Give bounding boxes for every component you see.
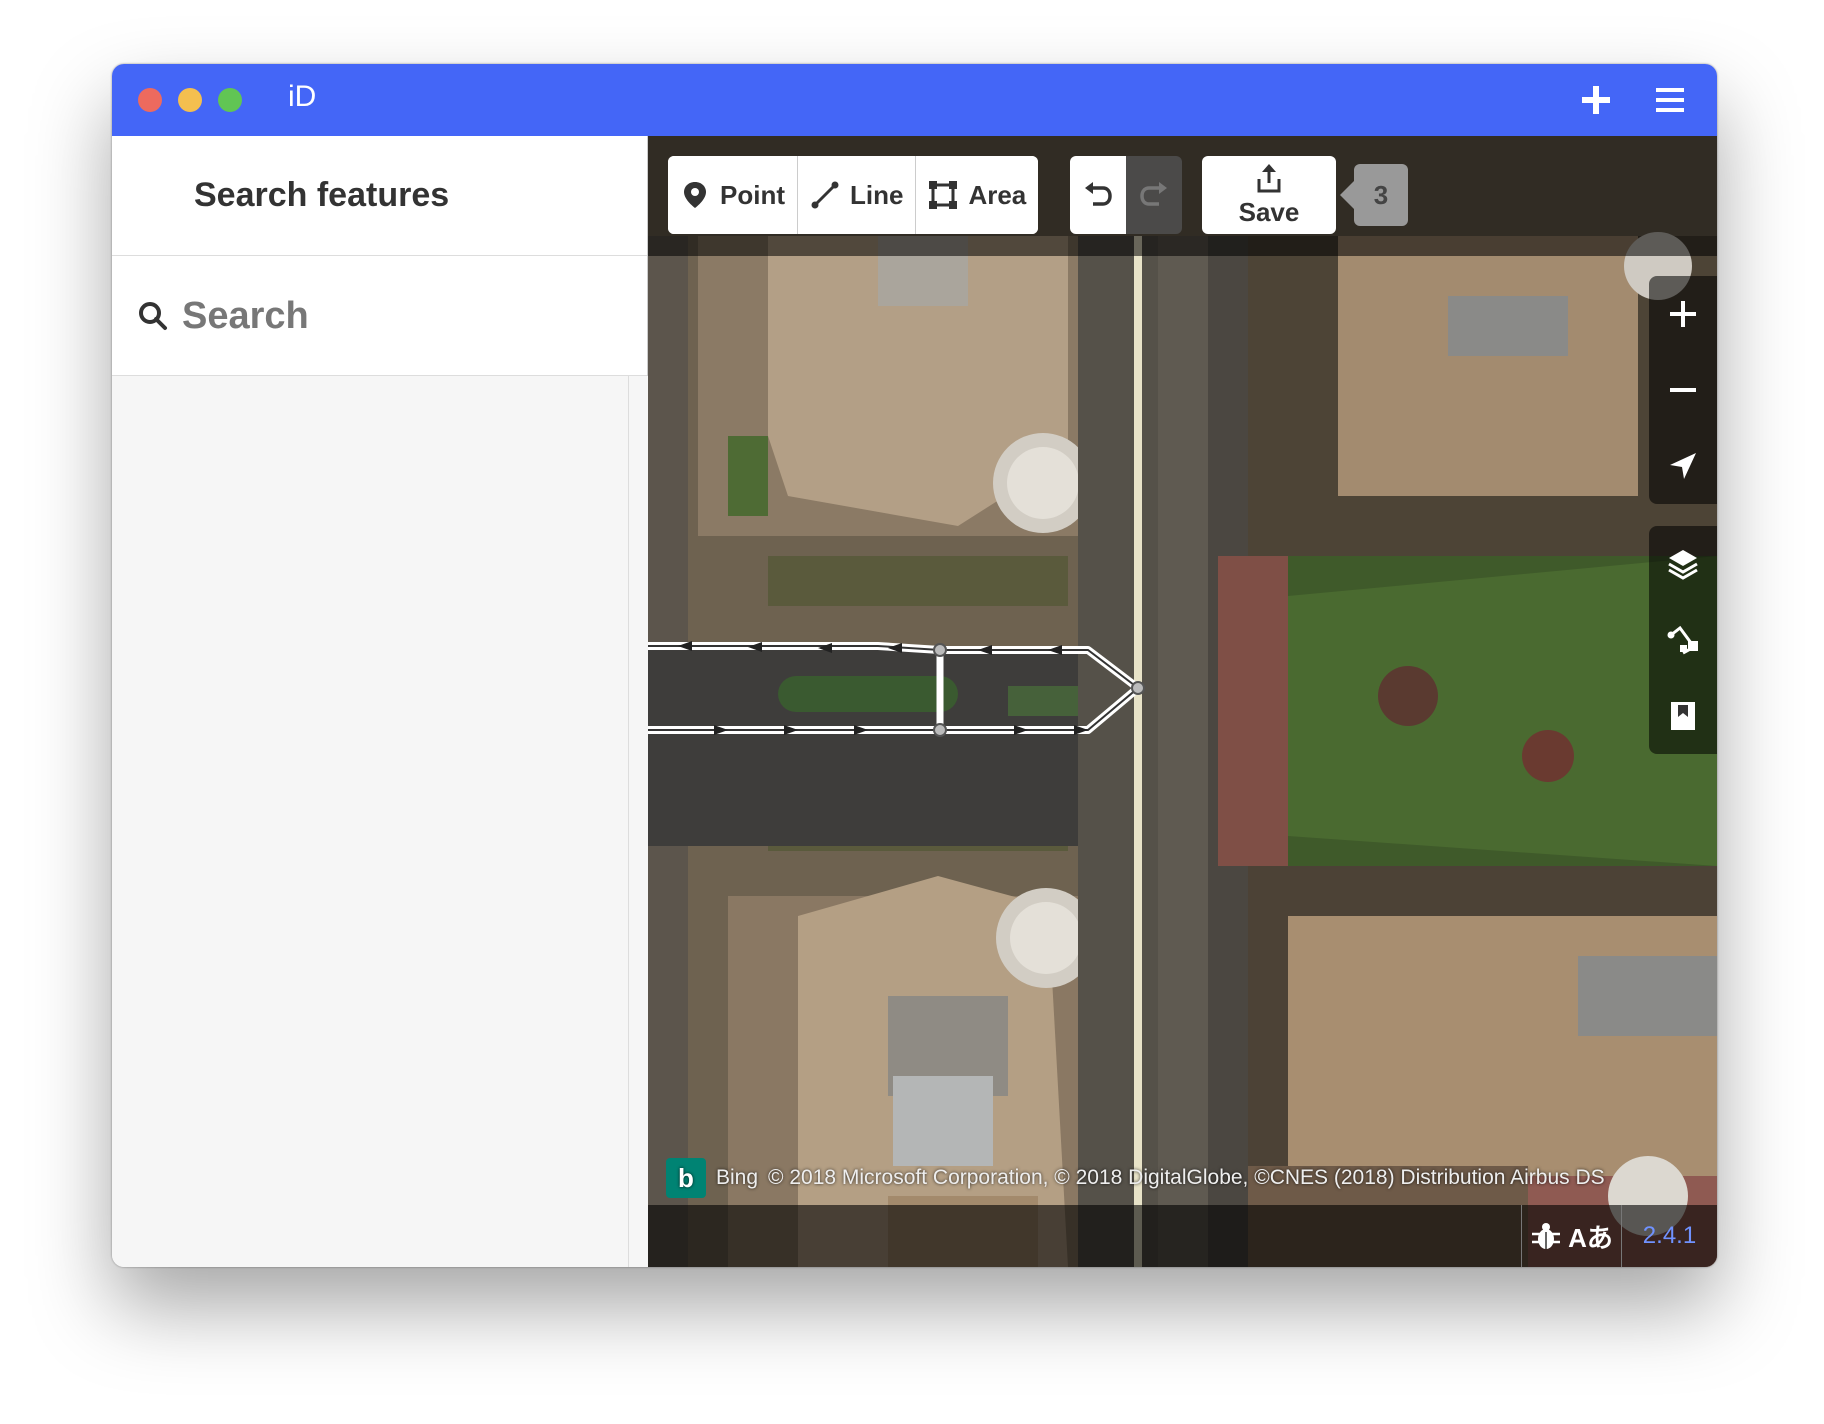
zoom-icon[interactable]	[218, 88, 242, 112]
undo-button[interactable]	[1070, 156, 1126, 234]
geolocate-button[interactable]	[1649, 428, 1717, 504]
plus-icon[interactable]	[1578, 82, 1614, 118]
search-icon	[139, 302, 167, 330]
sidebar-resizer[interactable]	[628, 376, 648, 1267]
issues-language-group: Aあ	[1521, 1205, 1621, 1267]
attribution-text: © 2018 Microsoft Corporation, © 2018 Dig…	[768, 1166, 1605, 1189]
map-data-icon	[1667, 625, 1698, 655]
search-input[interactable]	[182, 286, 622, 346]
redo-button[interactable]	[1126, 156, 1182, 234]
undo-icon	[1085, 182, 1112, 206]
area-icon	[929, 181, 958, 209]
translate-icon[interactable]: Aあ	[1568, 1218, 1613, 1255]
zoom-in-icon	[1670, 301, 1696, 327]
upload-icon	[1257, 163, 1281, 192]
title-bar: iD	[112, 64, 1717, 136]
map-footer: Aあ 2.4.1	[648, 1205, 1717, 1267]
zoom-out-icon	[1670, 388, 1696, 392]
bing-logo-icon[interactable]: b	[666, 1158, 706, 1198]
zoom-in-button[interactable]	[1649, 276, 1717, 352]
attribution-provider[interactable]: Bing	[716, 1166, 758, 1190]
layers-icon	[1668, 550, 1698, 580]
save-button[interactable]: Save	[1202, 156, 1336, 234]
save-label: Save	[1238, 196, 1300, 227]
area-label: Area	[968, 179, 1027, 210]
redo-icon	[1140, 182, 1167, 206]
map-controls	[1649, 276, 1717, 754]
map-canvas[interactable]: Point Line Area Save 3 b Bing © 2018 Mic…	[648, 136, 1717, 1267]
add-area-button[interactable]: Area	[916, 156, 1039, 234]
line-label: Line	[850, 179, 904, 210]
minimize-icon[interactable]	[178, 88, 202, 112]
sidebar: Search features	[112, 136, 648, 1267]
help-icon	[1671, 702, 1695, 730]
aerial-imagery	[648, 136, 1717, 1267]
point-label: Point	[720, 179, 785, 210]
app-window: iD Search features Search Point Line Are…	[112, 64, 1717, 1267]
undo-redo-group	[1070, 156, 1182, 234]
add-feature-modes: Point Line Area	[668, 156, 1039, 234]
close-icon[interactable]	[138, 88, 162, 112]
geolocate-icon	[1670, 453, 1696, 479]
menu-icon[interactable]	[1652, 82, 1688, 118]
search-bar	[112, 256, 647, 376]
sidebar-title: Search features	[194, 176, 450, 214]
bug-icon[interactable]	[1530, 1220, 1562, 1252]
edit-count-badge: 3	[1340, 164, 1408, 226]
app-title: iD	[288, 80, 317, 113]
map-data-button[interactable]	[1649, 602, 1717, 678]
line-icon	[811, 181, 839, 209]
imagery-attribution: b Bing © 2018 Microsoft Corporation, © 2…	[666, 1158, 1605, 1198]
add-point-button[interactable]: Point	[668, 156, 798, 234]
background-layers-button[interactable]	[1649, 526, 1717, 602]
zoom-out-button[interactable]	[1649, 352, 1717, 428]
version-link[interactable]: 2.4.1	[1621, 1205, 1717, 1267]
help-button[interactable]	[1649, 678, 1717, 754]
sidebar-header: Search features	[112, 136, 647, 256]
point-icon	[684, 182, 706, 208]
add-line-button[interactable]: Line	[798, 156, 917, 234]
